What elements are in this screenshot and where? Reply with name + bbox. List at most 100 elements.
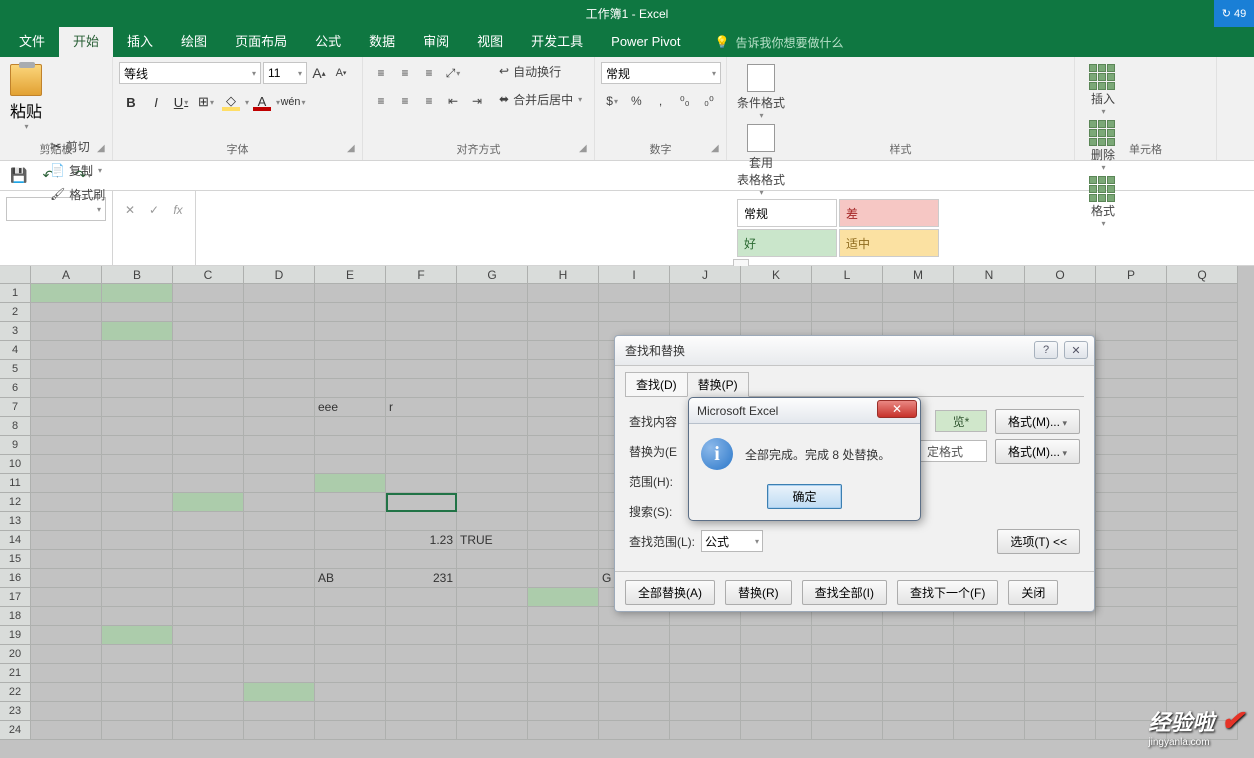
row-header[interactable]: 11 [0, 474, 31, 493]
fx-icon[interactable]: fx [169, 201, 187, 219]
cell[interactable] [599, 645, 670, 664]
font-size-select[interactable]: 11▾ [263, 62, 307, 84]
cell[interactable] [457, 493, 528, 512]
cell[interactable] [457, 474, 528, 493]
row-header[interactable]: 4 [0, 341, 31, 360]
align-left-button[interactable]: ≡ [369, 90, 393, 112]
cell[interactable] [670, 303, 741, 322]
cell[interactable] [1096, 588, 1167, 607]
cell[interactable] [173, 664, 244, 683]
cell[interactable] [102, 379, 173, 398]
style-bad[interactable]: 差 [839, 199, 939, 227]
col-header[interactable]: H [528, 266, 599, 284]
col-header[interactable]: G [457, 266, 528, 284]
cell[interactable]: TRUE [457, 531, 528, 550]
indent-inc-button[interactable]: ⇥ [465, 90, 489, 112]
col-header[interactable]: N [954, 266, 1025, 284]
cell[interactable] [1167, 569, 1238, 588]
cell[interactable] [173, 531, 244, 550]
launcher-icon[interactable]: ◢ [711, 143, 723, 155]
menu-draw[interactable]: 绘图 [167, 27, 221, 57]
cell[interactable] [1025, 664, 1096, 683]
cell[interactable] [244, 474, 315, 493]
style-neutral[interactable]: 适中 [839, 229, 939, 257]
cell[interactable] [670, 683, 741, 702]
cell[interactable] [31, 341, 102, 360]
font-color-button[interactable]: A [250, 90, 274, 114]
cell[interactable] [1167, 398, 1238, 417]
cell[interactable] [1167, 645, 1238, 664]
cell[interactable] [741, 626, 812, 645]
orientation-button[interactable]: ⤢▾ [441, 62, 465, 84]
cell[interactable] [386, 417, 457, 436]
row-header[interactable]: 19 [0, 626, 31, 645]
cell[interactable] [31, 360, 102, 379]
cell[interactable] [1025, 702, 1096, 721]
cell[interactable] [31, 607, 102, 626]
cell[interactable] [670, 284, 741, 303]
increase-decimal-button[interactable]: ⁰₀ [674, 90, 696, 112]
cell[interactable] [386, 322, 457, 341]
cell[interactable] [244, 379, 315, 398]
cell[interactable] [528, 569, 599, 588]
cell[interactable] [244, 303, 315, 322]
cell[interactable] [31, 569, 102, 588]
cell[interactable] [812, 721, 883, 740]
cell[interactable] [883, 702, 954, 721]
cell[interactable] [173, 550, 244, 569]
cell[interactable] [954, 303, 1025, 322]
cell[interactable] [457, 398, 528, 417]
cell[interactable] [1096, 455, 1167, 474]
format-replace-button[interactable]: 格式(M)... [995, 439, 1080, 464]
cell[interactable] [599, 664, 670, 683]
cell[interactable] [173, 569, 244, 588]
cell[interactable] [244, 493, 315, 512]
save-button[interactable]: 💾 [8, 165, 30, 187]
cell[interactable] [173, 322, 244, 341]
cell[interactable] [244, 702, 315, 721]
cell[interactable] [883, 284, 954, 303]
col-header[interactable]: O [1025, 266, 1096, 284]
cell[interactable] [102, 341, 173, 360]
cell[interactable] [173, 455, 244, 474]
cell[interactable] [457, 588, 528, 607]
row-header[interactable]: 13 [0, 512, 31, 531]
cell[interactable] [315, 664, 386, 683]
cell[interactable] [741, 284, 812, 303]
phonetic-button[interactable]: wén▾ [281, 90, 305, 114]
cell[interactable] [244, 455, 315, 474]
cell[interactable] [31, 493, 102, 512]
cell[interactable] [741, 702, 812, 721]
row-header[interactable]: 16 [0, 569, 31, 588]
cell[interactable] [386, 664, 457, 683]
bold-button[interactable]: B [119, 90, 143, 114]
align-middle-button[interactable]: ≡ [393, 62, 417, 84]
align-top-button[interactable]: ≡ [369, 62, 393, 84]
cell[interactable] [386, 645, 457, 664]
font-name-select[interactable]: 等线▾ [119, 62, 261, 84]
align-bottom-button[interactable]: ≡ [417, 62, 441, 84]
cell[interactable] [244, 645, 315, 664]
cell[interactable] [1167, 417, 1238, 436]
format-as-table-button[interactable]: 套用 表格格式▾ [733, 120, 789, 197]
ok-button[interactable]: 确定 [767, 484, 841, 509]
cell[interactable] [386, 721, 457, 740]
menu-view[interactable]: 视图 [463, 27, 517, 57]
cell[interactable] [102, 360, 173, 379]
cell[interactable] [102, 531, 173, 550]
cell[interactable] [173, 398, 244, 417]
cell[interactable] [528, 588, 599, 607]
cell[interactable] [102, 569, 173, 588]
cell[interactable] [1096, 284, 1167, 303]
cell[interactable]: AB [315, 569, 386, 588]
cell[interactable] [457, 284, 528, 303]
row-header[interactable]: 18 [0, 607, 31, 626]
cell[interactable] [1167, 379, 1238, 398]
cell[interactable] [315, 341, 386, 360]
cell[interactable] [173, 474, 244, 493]
cell[interactable] [102, 588, 173, 607]
cell[interactable] [1096, 512, 1167, 531]
cell[interactable] [528, 664, 599, 683]
cell[interactable] [102, 607, 173, 626]
cell[interactable] [741, 645, 812, 664]
